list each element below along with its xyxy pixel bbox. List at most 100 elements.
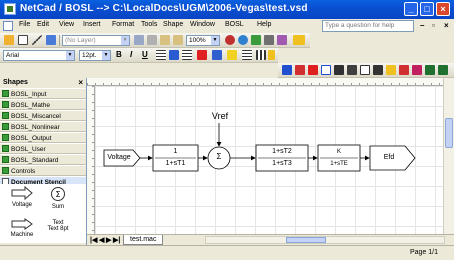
block-1-denominator: 1+sT1 [165,160,186,167]
toolbar-options-icon[interactable] [268,50,275,60]
stencil-item[interactable]: Controls [0,165,86,176]
scroll-thumb[interactable] [286,237,326,243]
font-color-icon[interactable] [197,50,207,60]
block-2-denominator: 1+sT3 [272,160,292,167]
italic-button[interactable]: I [130,50,132,59]
tab-test-mac[interactable]: test.mac [123,235,164,245]
align-left-icon[interactable] [156,50,166,60]
line-weight-icon[interactable] [242,50,252,60]
menu-bosl[interactable]: BOSL [225,21,244,28]
maximize-button[interactable]: □ [420,2,434,16]
export-icon[interactable] [425,65,435,75]
menu-file[interactable]: File [19,21,30,28]
master-label: Voltage [11,202,33,208]
close-button[interactable]: × [436,2,450,16]
format-painter-icon[interactable] [134,35,144,45]
menu-view[interactable]: View [59,21,74,28]
stencil-item[interactable]: BOSL_Input [0,88,86,99]
line-color-icon[interactable] [212,50,222,60]
stencil-icon [2,134,9,141]
horizontal-scrollbar[interactable] [205,236,445,244]
arrow-icon [11,185,33,201]
menu-insert[interactable]: Insert [83,21,101,28]
drawing-canvas[interactable]: Voltage 1 1+sT1 Σ Vref 1+sT2 1+sT3 K 1+s… [95,86,443,234]
shapes-icon[interactable] [277,35,287,45]
help-icon[interactable] [238,35,248,45]
align-center-icon[interactable] [169,50,179,60]
shapes-pane: Shapes × BOSL_Input BOSL_Mathe BOSL_Misc… [0,78,87,251]
machine-icon[interactable] [347,65,357,75]
fault-icon[interactable] [399,65,409,75]
block-1-numerator: 1 [173,148,178,155]
voltage-label: Voltage [107,154,131,161]
close-icon[interactable]: × [78,78,83,87]
first-page-button[interactable]: |◀ [90,236,97,244]
plot-icon[interactable] [412,65,422,75]
title-bar: NetCad / BOSL --> C:\LocalDocs\UGM\2006-… [0,0,454,19]
menu-edit[interactable]: Edit [37,21,49,28]
stencil-item[interactable]: BOSL_Mathe [0,99,86,110]
import-icon[interactable] [438,65,448,75]
vertical-scrollbar[interactable] [443,78,454,234]
zoom-select[interactable]: 100% ▼ [186,35,220,46]
stencil-item[interactable]: BOSL_User [0,143,86,154]
menu-format[interactable]: Format [112,21,134,28]
last-page-button[interactable]: ▶| [113,236,120,244]
underline-button[interactable]: U [142,50,148,59]
stop-icon[interactable] [225,35,235,45]
page-indicator: Page 1/1 [409,249,438,256]
zoom-in-icon[interactable] [160,35,170,45]
menu-window[interactable]: Window [190,21,215,28]
connector-icon[interactable] [251,35,261,45]
layer-select[interactable]: (No Layer) ▼ [62,35,130,46]
rectangle-tool-icon[interactable] [18,35,28,45]
arrow-icon[interactable] [282,65,292,75]
text-tool-icon[interactable] [264,35,274,45]
stencil-item[interactable]: BOSL_Standard [0,154,86,165]
master-sum[interactable]: Σ Sum [38,186,78,210]
zoom-value: 100% [189,37,206,44]
run-icon[interactable] [295,65,305,75]
mdi-restore-button[interactable]: ▫ [432,21,435,30]
grid-icon[interactable] [147,35,157,45]
bus-icon[interactable] [373,65,383,75]
mdi-minimize-button[interactable]: – [420,21,424,30]
font-size-select[interactable]: 12pt. ▼ [79,50,111,61]
pointer-tool-icon[interactable] [4,35,14,45]
pencil-tool-icon[interactable] [46,35,56,45]
mdi-close-button[interactable]: × [444,21,449,30]
prev-page-button[interactable]: ◀ [99,236,104,244]
stencil-label: BOSL_Nonlinear [11,124,60,131]
connect-icon[interactable] [334,65,344,75]
line-tool-icon[interactable] [32,35,42,45]
master-text[interactable]: Text Text 8pt [38,220,78,232]
menu-tools[interactable]: Tools [141,21,157,28]
line-pattern-icon[interactable] [256,50,266,60]
help-search-input[interactable]: Type a question for help [322,20,414,32]
document-icon[interactable] [3,21,13,31]
align-right-icon[interactable] [182,50,192,60]
bold-button[interactable]: B [116,50,122,59]
stencil-icon [2,156,9,163]
master-voltage[interactable]: Voltage [2,185,42,208]
toolbar-options-icon[interactable] [293,35,305,45]
warning-icon[interactable] [386,65,396,75]
next-page-button[interactable]: ▶ [106,236,111,244]
menu-shape[interactable]: Shape [163,21,183,28]
minimize-button[interactable]: _ [404,2,418,16]
stencil-item[interactable]: BOSL_Output [0,132,86,143]
block-icon[interactable] [321,65,331,75]
block-3-denominator: 1+sTE [330,161,348,167]
horizontal-ruler [87,78,443,86]
stencil-item[interactable]: BOSL_Miscancel [0,110,86,121]
menu-help[interactable]: Help [257,21,271,28]
stencil-item[interactable]: BOSL_Nonlinear [0,121,86,132]
block-2-numerator: 1+sT2 [272,148,292,155]
stop-icon[interactable] [308,65,318,75]
table-icon[interactable] [360,65,370,75]
font-select[interactable]: Arial ▼ [3,50,75,61]
scroll-thumb[interactable] [445,118,453,148]
fill-color-icon[interactable] [227,50,237,60]
zoom-out-icon[interactable] [173,35,183,45]
master-machine[interactable]: Machine [2,218,42,238]
